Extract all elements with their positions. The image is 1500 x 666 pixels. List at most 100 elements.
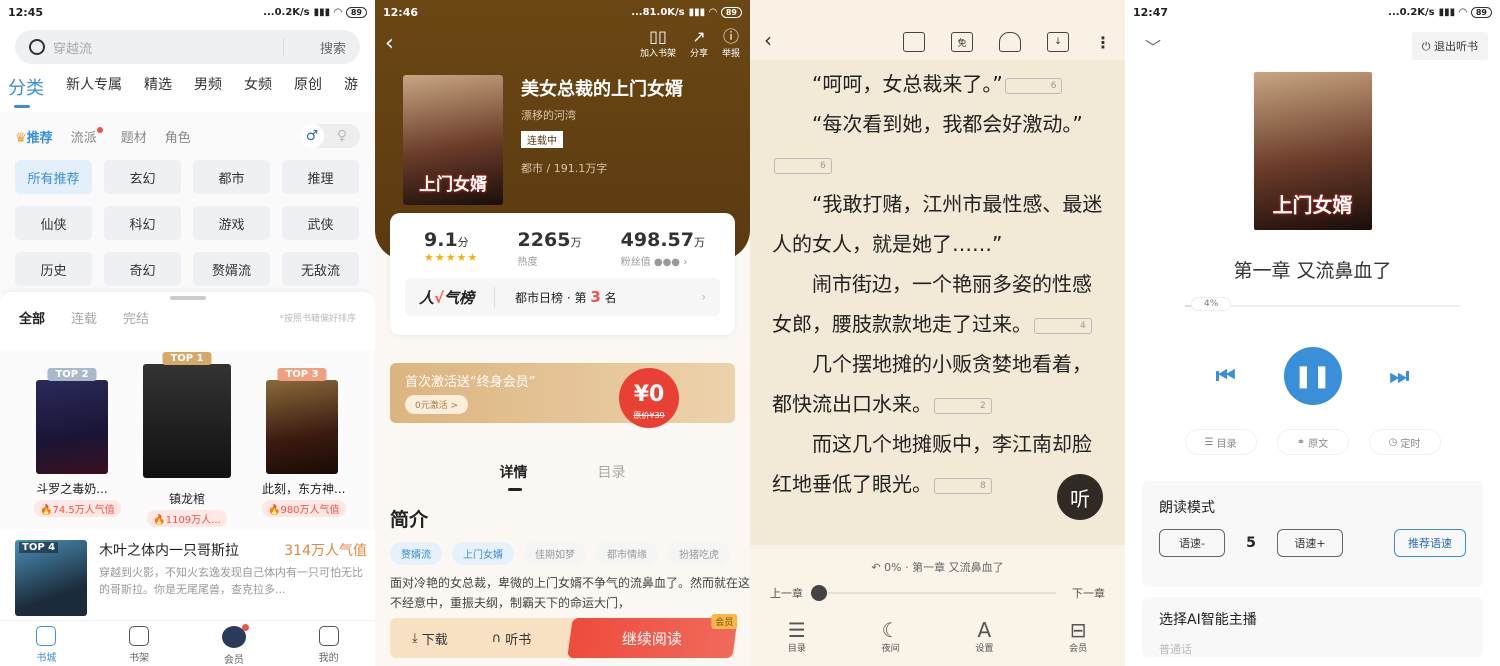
promo-banner[interactable]: 首次激活送“终身会员” 0元激活 > ¥0 原价¥39	[390, 363, 735, 428]
host-option[interactable]: 普通话	[1159, 641, 1466, 657]
listen-fab[interactable]: 听	[1057, 474, 1103, 520]
search-button[interactable]: 搜索	[282, 37, 346, 57]
next-icon[interactable]: ⏭	[1390, 364, 1410, 389]
exit-listen-button[interactable]: ⏻ 退出听书	[1411, 32, 1488, 60]
tab-bookshelf[interactable]: 书架	[129, 621, 150, 666]
tab-settings[interactable]: A 设置	[975, 619, 993, 654]
previous-icon[interactable]: ⏮	[1216, 364, 1236, 389]
listen-button[interactable]: ∩ 听书	[470, 618, 554, 658]
share-button[interactable]: ↗ 分享	[690, 28, 708, 60]
subtab-recommend[interactable]: ♛推荐	[15, 127, 53, 146]
nav-original[interactable]: 原创	[294, 74, 322, 100]
category-chip[interactable]: 推理	[282, 160, 359, 194]
tab-finished[interactable]: 完结	[123, 308, 149, 327]
category-chip[interactable]: 奇幻	[104, 252, 181, 286]
tab-night[interactable]: ☾ 夜间	[882, 619, 900, 654]
tag[interactable]: 上门女婿	[452, 542, 514, 565]
list-item[interactable]: TOP 4 木叶之体内一只哥斯拉 314万人气值 穿越到火影，不知火玄逸发现自己体…	[15, 540, 367, 616]
category-chip[interactable]: 无敌流	[282, 252, 359, 286]
prev-chapter-button[interactable]: 上一章	[770, 585, 803, 601]
next-chapter-button[interactable]: 下一章	[1072, 585, 1105, 601]
tag[interactable]: 扮猪吃虎	[668, 542, 730, 565]
fans-stat[interactable]: 498.57万 粉丝值 ●●● ›	[621, 229, 705, 268]
timer-button[interactable]: ◷ 定时	[1368, 429, 1441, 455]
speed-down-button[interactable]: 语速-	[1159, 529, 1225, 557]
category-chip[interactable]: 仙侠	[15, 206, 92, 240]
continue-reading-button[interactable]: 继续阅读 会员	[567, 614, 738, 658]
free-icon[interactable]: 免	[951, 32, 973, 52]
book-top2[interactable]: TOP 2 斗罗之毒奶... 🔥74.5万人气值	[34, 368, 121, 517]
nav-female[interactable]: 女频	[244, 74, 272, 100]
nav-male[interactable]: 男频	[194, 74, 222, 100]
headphones-icon[interactable]	[999, 32, 1021, 52]
nav-category[interactable]: 分类	[8, 74, 44, 108]
tag[interactable]: 赘婿流	[390, 542, 442, 565]
progress-track[interactable]	[811, 585, 1056, 601]
tag[interactable]: 佳期如梦	[524, 542, 586, 565]
back-icon[interactable]: ‹	[764, 28, 877, 52]
tab-toc[interactable]: ☰ 目录	[788, 619, 806, 654]
add-shelf-button[interactable]: ▯▯ 加入书架	[640, 28, 676, 60]
gender-toggle[interactable]: ♂ ♀	[300, 124, 360, 148]
nav-newcomer[interactable]: 新人专属	[66, 74, 122, 100]
tab-toc[interactable]: 目录	[598, 462, 626, 482]
tab-detail[interactable]: 详情	[500, 462, 528, 491]
back-icon[interactable]: ‹	[385, 31, 626, 56]
male-icon[interactable]: ♂	[300, 124, 324, 148]
female-icon[interactable]: ♀	[330, 124, 354, 148]
tab-member[interactable]: ⊟ 会员	[1069, 619, 1087, 654]
toc-button[interactable]: ☰ 目录	[1184, 429, 1257, 455]
tab-serial[interactable]: 连载	[71, 308, 97, 327]
tab-all[interactable]: 全部	[19, 308, 45, 327]
comment-count[interactable]: 6	[1004, 77, 1063, 94]
download-button[interactable]: ⤓ 下载	[390, 618, 470, 658]
more-icon[interactable]: ⋮	[1095, 33, 1111, 52]
search-input[interactable]: 穿越流	[53, 38, 283, 57]
category-chip[interactable]: 都市	[193, 160, 270, 194]
comment-count[interactable]: 6	[774, 157, 832, 174]
rank-row[interactable]: 人√气榜 都市日榜 · 第 3 名 ›	[405, 278, 720, 316]
category-chip[interactable]: 武侠	[282, 206, 359, 240]
list-icon: ☰	[787, 618, 806, 642]
chevron-down-icon[interactable]: ﹀	[1145, 34, 1161, 58]
pause-button[interactable]: ❚❚	[1283, 347, 1342, 405]
sort-hint: *按照书籍偏好排序	[279, 314, 356, 324]
category-chip[interactable]: 所有推荐	[15, 160, 92, 194]
subtab-theme[interactable]: 题材	[121, 127, 147, 146]
progress-label[interactable]: 4%	[1191, 297, 1232, 311]
tab-member[interactable]: 会员	[221, 621, 249, 666]
subtab-role[interactable]: 角色	[165, 127, 191, 146]
chapter-name: 第一章 又流鼻血了	[912, 561, 1004, 574]
tag[interactable]: 都市情缘	[596, 542, 658, 565]
speed-up-button[interactable]: 语速+	[1277, 529, 1343, 557]
category-chip[interactable]: 科幻	[104, 206, 181, 240]
subtab-genre[interactable]: 流派	[71, 126, 103, 146]
drag-handle[interactable]	[169, 296, 206, 300]
original-text-button[interactable]: ⚭ 原文	[1276, 429, 1349, 455]
nav-more[interactable]: 游	[344, 74, 358, 100]
undo-icon[interactable]: ↶	[871, 561, 880, 574]
book-top3[interactable]: TOP 3 此刻，东方神... 🔥980万人气值	[262, 368, 346, 517]
tab-mine[interactable]: 我的	[318, 621, 339, 666]
category-chip[interactable]: 赘婿流	[193, 252, 270, 286]
comment-count[interactable]: 4	[1034, 317, 1092, 334]
comment-count[interactable]: 8	[934, 477, 992, 494]
slider-knob[interactable]	[811, 585, 827, 601]
tab-bookstore[interactable]: 书城	[36, 621, 57, 666]
report-button[interactable]: ⓘ 举报	[722, 28, 740, 60]
monitor-icon[interactable]	[903, 32, 925, 52]
audio-progress[interactable]: 4%	[1185, 297, 1460, 311]
search-bar[interactable]: 穿越流 搜索	[15, 30, 360, 64]
comment-count[interactable]: 2	[934, 397, 992, 414]
book-top1[interactable]: TOP 1 镇龙棺 🔥1109万人...	[140, 352, 234, 527]
chapter-progress: ↶ 0% · 第一章 又流鼻血了	[871, 561, 1004, 574]
category-chip[interactable]: 游戏	[193, 206, 270, 240]
paragraph-text: “每次看到她，我都会好激动。”	[812, 112, 1083, 136]
book-author[interactable]: 漂移的河湾	[521, 107, 683, 123]
category-chip[interactable]: 历史	[15, 252, 92, 286]
recommended-speed-button[interactable]: 推荐语速	[1394, 529, 1466, 557]
activate-button[interactable]: 0元激活 >	[405, 395, 469, 414]
category-chip[interactable]: 玄幻	[104, 160, 181, 194]
nav-featured[interactable]: 精选	[144, 74, 172, 100]
download-icon[interactable]: ↓	[1047, 32, 1069, 52]
